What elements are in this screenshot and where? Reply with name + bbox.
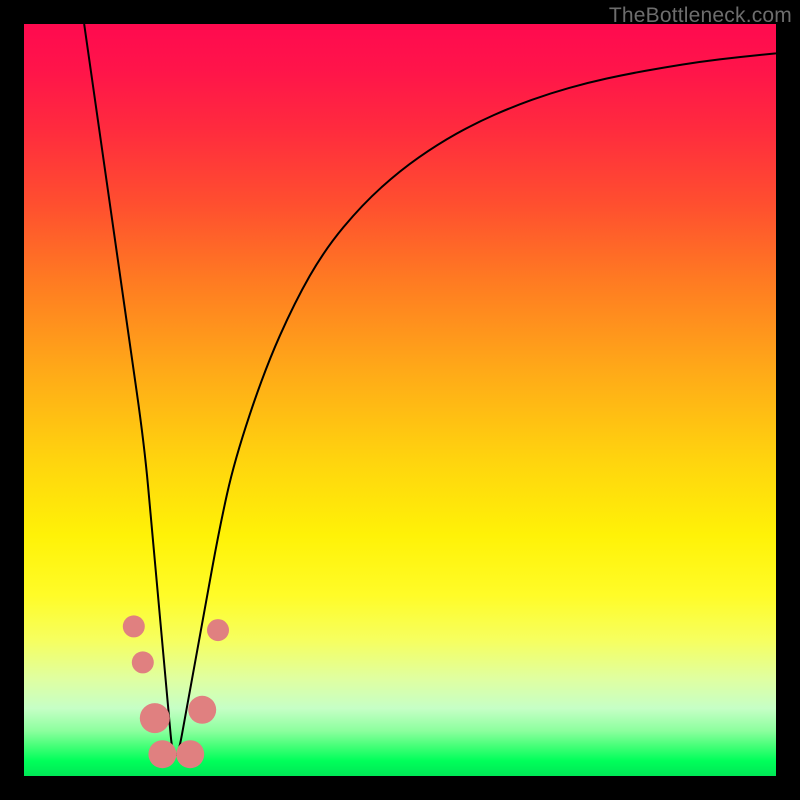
- plot-area: [24, 24, 776, 776]
- curve-marker: [148, 740, 176, 768]
- bottleneck-curve-path: [84, 24, 776, 755]
- curve-marker: [123, 615, 145, 637]
- curve-marker: [176, 740, 204, 768]
- curve-marker: [207, 619, 229, 641]
- curve-marker: [188, 696, 216, 724]
- bottleneck-curve: [24, 24, 776, 776]
- curve-marker: [132, 651, 154, 673]
- chart-frame: TheBottleneck.com: [0, 0, 800, 800]
- curve-marker: [140, 703, 170, 733]
